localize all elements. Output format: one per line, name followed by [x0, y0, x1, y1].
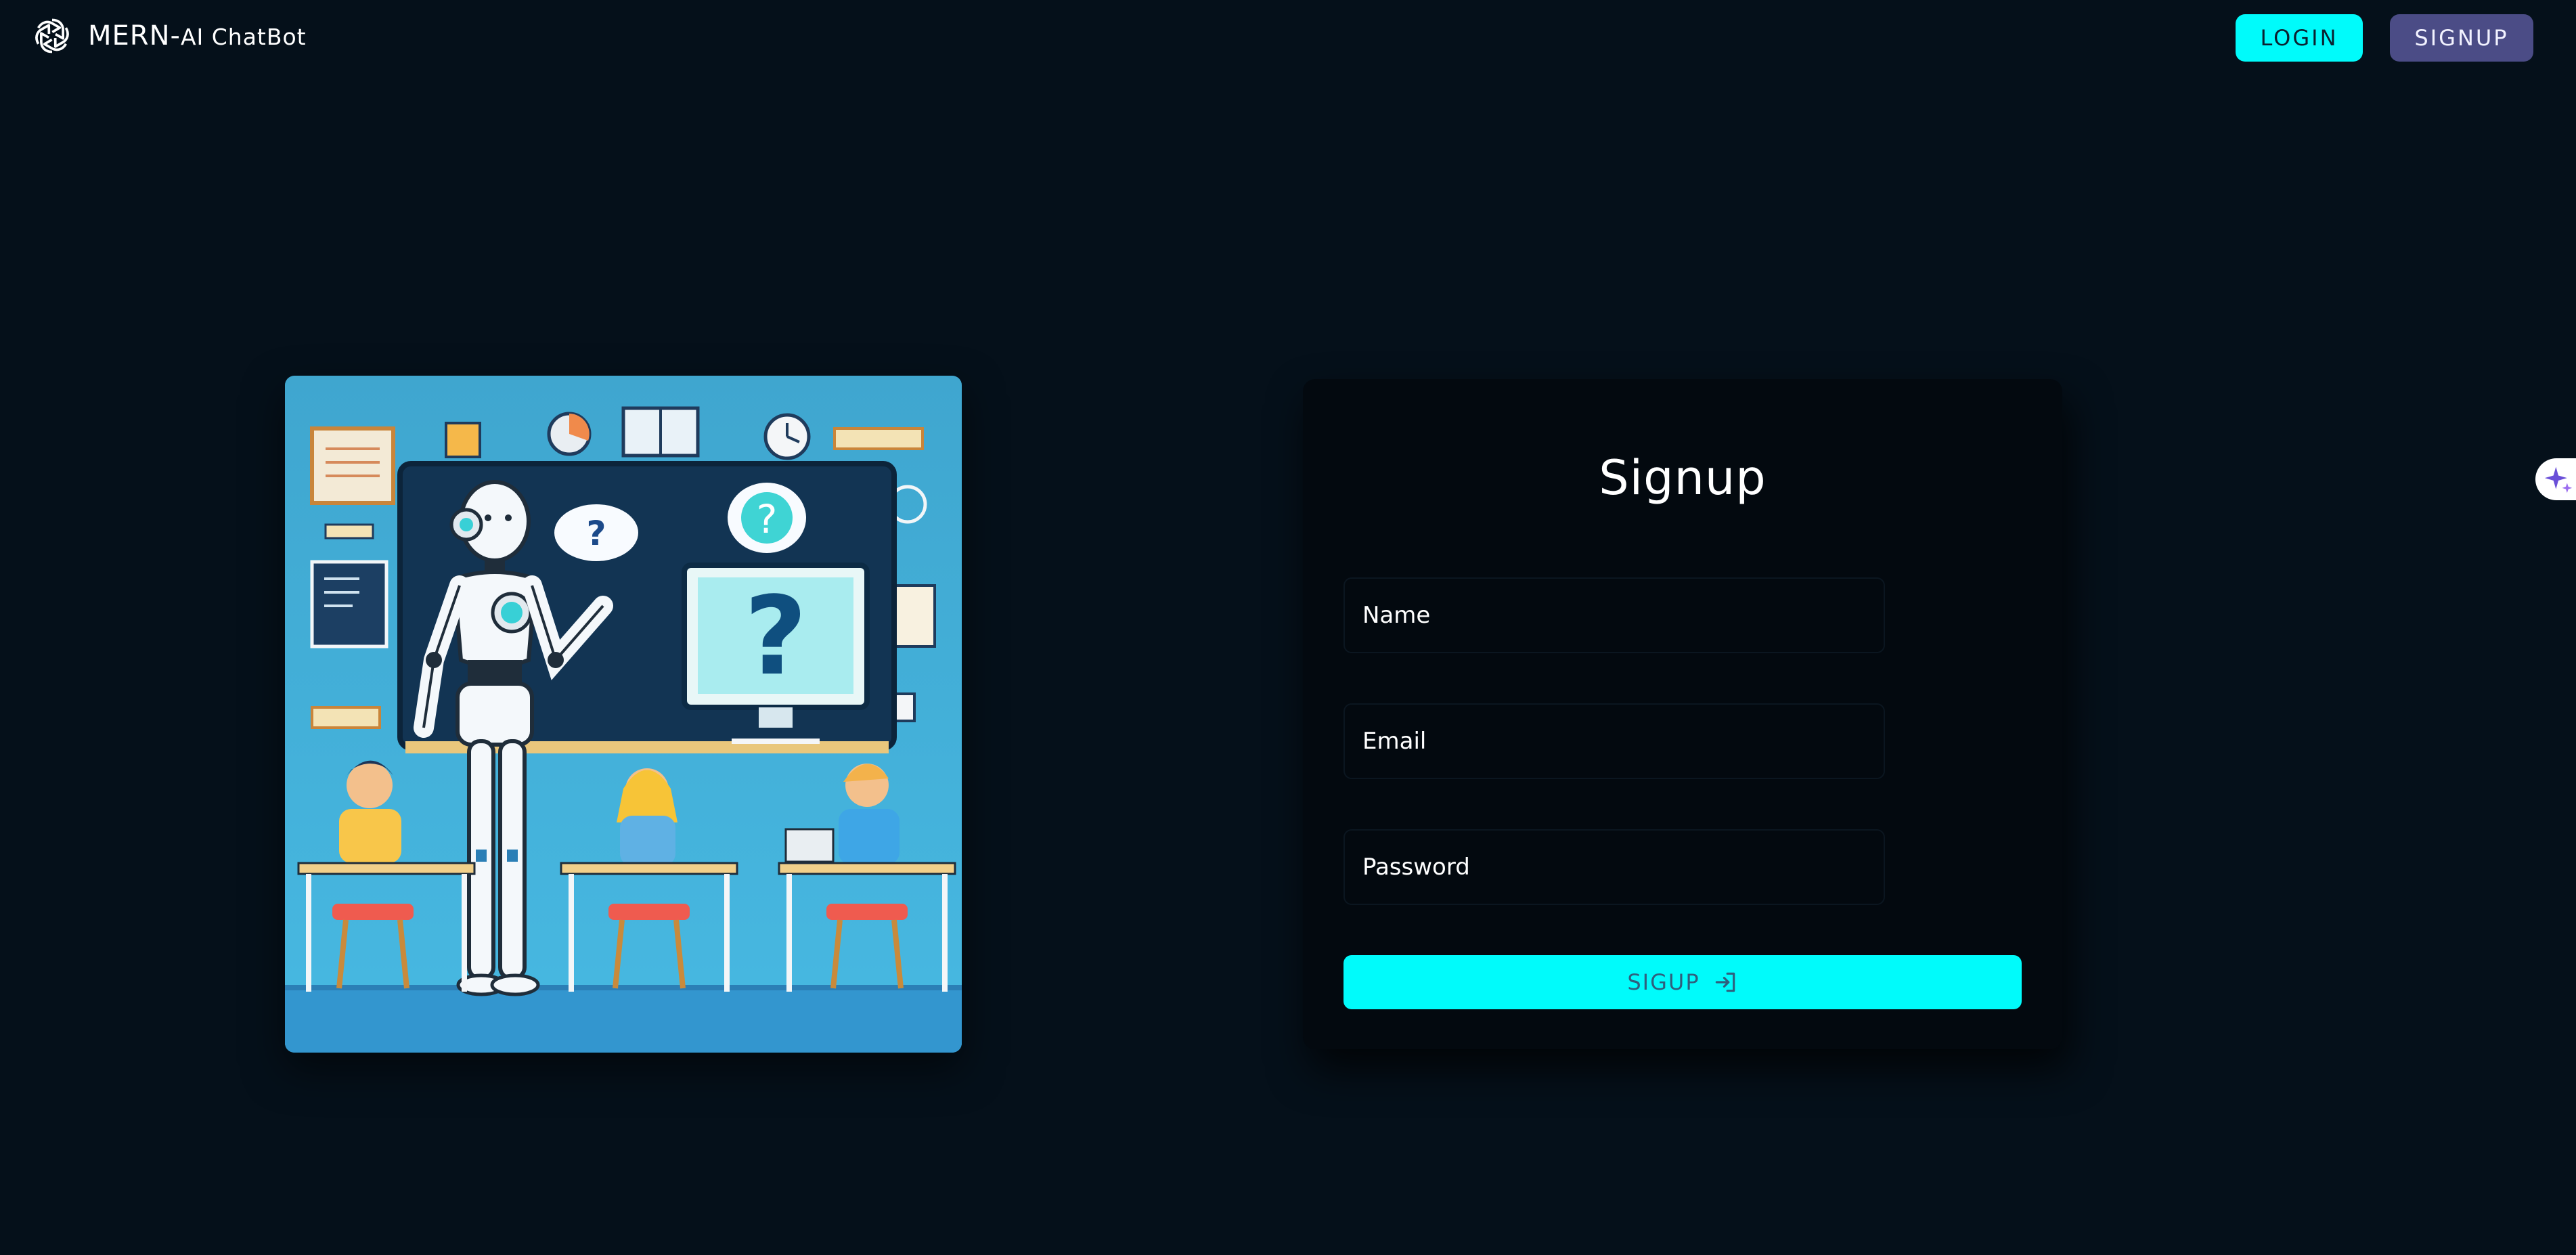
password-field[interactable]: [1343, 829, 1885, 905]
brand-subtitle: AI ChatBot: [180, 24, 307, 50]
login-button[interactable]: LOGIN: [2236, 14, 2363, 62]
signup-nav-button[interactable]: SIGNUP: [2390, 14, 2533, 62]
login-icon: [1715, 972, 1735, 992]
svg-text:?: ?: [745, 573, 807, 699]
top-navbar: MERN-AI ChatBot LOGIN SIGNUP: [0, 0, 2576, 76]
brand-title: MERN-AI ChatBot: [88, 20, 307, 51]
openai-logo-icon: [35, 18, 69, 53]
side-assistant-tab[interactable]: [2535, 458, 2576, 500]
signup-submit-button[interactable]: SIGUP: [1343, 955, 2022, 1009]
submit-label: SIGUP: [1627, 969, 1700, 995]
email-field[interactable]: [1343, 703, 1885, 779]
svg-text:?: ?: [757, 496, 778, 542]
email-input[interactable]: [1345, 705, 1884, 778]
hero-illustration: ? ? ?: [285, 376, 962, 1053]
sparkle-icon: [2544, 466, 2573, 493]
brand[interactable]: MERN-AI ChatBot: [31, 15, 307, 57]
signup-card: Signup SIGUP: [1303, 379, 2062, 1049]
signup-title: Signup: [1599, 450, 1767, 506]
brand-main: MERN-: [88, 20, 181, 51]
name-field[interactable]: [1343, 577, 1885, 653]
password-input[interactable]: [1345, 831, 1884, 904]
svg-text:?: ?: [586, 514, 606, 553]
name-input[interactable]: [1345, 579, 1884, 652]
